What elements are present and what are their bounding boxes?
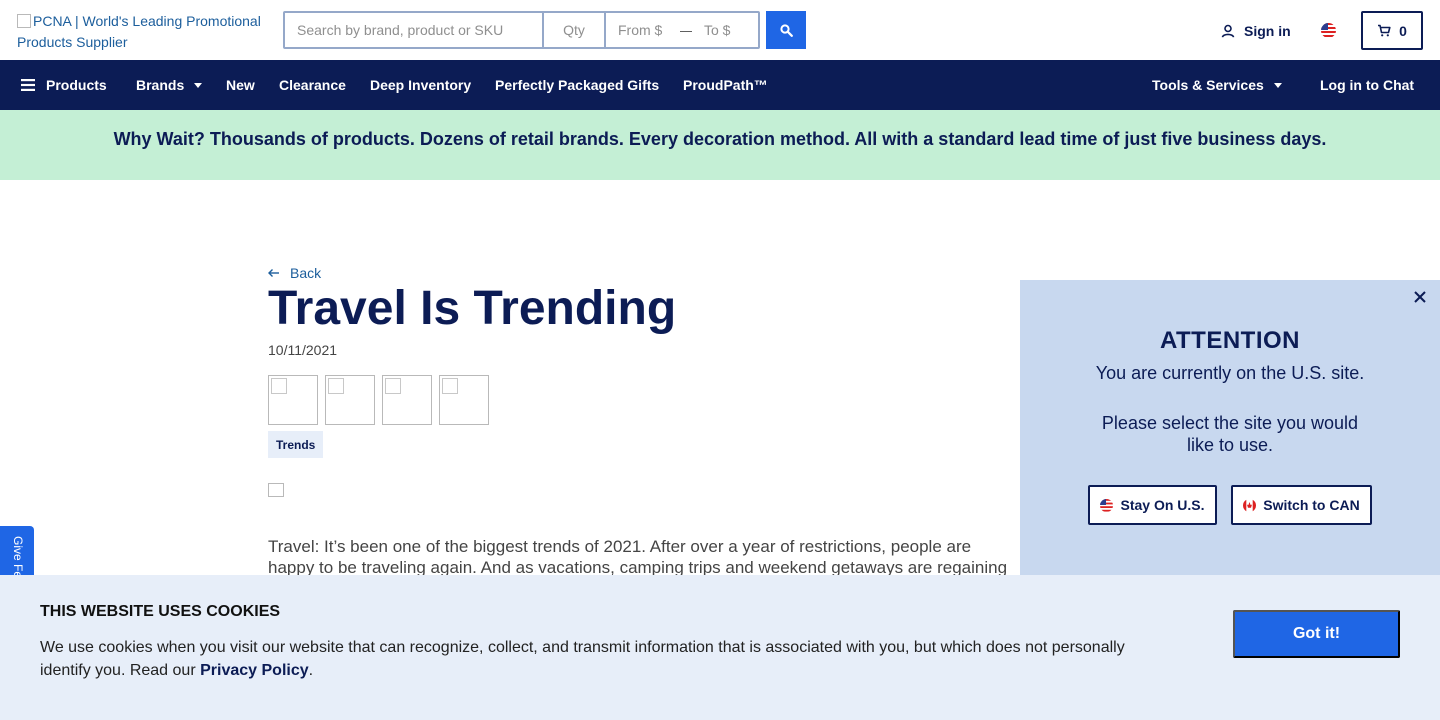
cookie-text-period: .: [308, 662, 314, 679]
cookie-accept-button[interactable]: Got it!: [1233, 610, 1400, 658]
modal-heading: ATTENTION: [1159, 327, 1301, 354]
us-flag-icon: [1100, 498, 1114, 512]
nav-proudpath[interactable]: ProudPath™: [683, 76, 768, 94]
share-buttons: [268, 375, 489, 425]
cart-icon: [1378, 24, 1391, 37]
modal-current-site: You are currently on the U.S. site.: [1095, 363, 1365, 383]
search-group: —: [283, 11, 760, 49]
nav-deep-inventory[interactable]: Deep Inventory: [370, 76, 471, 94]
share-button-4[interactable]: [439, 375, 489, 425]
close-icon[interactable]: [1412, 289, 1428, 305]
site-header: PCNA | World's Leading Promotional Produ…: [0, 0, 1440, 60]
user-icon: [1221, 24, 1235, 38]
share-button-2[interactable]: [325, 375, 375, 425]
search-button[interactable]: [766, 11, 806, 49]
canada-flag-icon: [1243, 498, 1257, 512]
promo-banner-text: Why Wait? Thousands of products. Dozens …: [113, 129, 1327, 149]
share-button-3[interactable]: [382, 375, 432, 425]
article-date: 10/11/2021: [268, 342, 338, 358]
arrow-left-icon: [268, 269, 279, 277]
nav-products-label: Products: [46, 77, 107, 93]
nav-new[interactable]: New: [226, 76, 255, 94]
sign-in-link[interactable]: Sign in: [1221, 21, 1291, 41]
site-selector-modal: ATTENTION You are currently on the U.S. …: [1020, 280, 1440, 580]
nav-chat-login[interactable]: Log in to Chat: [1320, 76, 1414, 94]
article-hero-image: [268, 483, 284, 497]
article-body: Travel: It’s been one of the biggest tre…: [268, 537, 1008, 576]
promo-banner: Why Wait? Thousands of products. Dozens …: [0, 110, 1440, 180]
cookie-banner: THIS WEBSITE USES COOKIES We use cookies…: [0, 575, 1440, 720]
stay-us-label: Stay On U.S.: [1120, 497, 1205, 513]
search-icon: [779, 23, 793, 37]
cart-button[interactable]: 0: [1361, 11, 1423, 50]
caret-down-icon: [1273, 82, 1282, 88]
stay-us-button[interactable]: Stay On U.S.: [1088, 485, 1217, 525]
article-tag[interactable]: Trends: [268, 431, 324, 458]
caret-down-icon: [194, 82, 203, 88]
share-button-1[interactable]: [268, 375, 318, 425]
price-from-input[interactable]: [604, 13, 682, 47]
nav-packaged-gifts[interactable]: Perfectly Packaged Gifts: [495, 76, 659, 94]
modal-instruction: Please select the site you would like to…: [1101, 413, 1359, 455]
nav-clearance[interactable]: Clearance: [279, 76, 346, 94]
price-to-input[interactable]: [692, 13, 758, 47]
nav-tools-services[interactable]: Tools & Services: [1152, 76, 1282, 94]
quantity-input[interactable]: [542, 13, 604, 47]
cart-count: 0: [1399, 22, 1407, 39]
nav-brands-label: Brands: [136, 77, 185, 93]
page-title: Travel Is Trending: [268, 282, 677, 335]
site-logo[interactable]: PCNA | World's Leading Promotional Produ…: [17, 11, 277, 53]
nav-brands[interactable]: Brands: [136, 76, 203, 94]
cookie-text: We use cookies when you visit our websit…: [40, 636, 1150, 682]
us-flag-icon[interactable]: [1321, 23, 1336, 38]
logo-alt-text: PCNA | World's Leading Promotional Produ…: [17, 13, 261, 50]
price-range-dash: —: [680, 22, 694, 38]
privacy-policy-link[interactable]: Privacy Policy: [200, 662, 309, 679]
back-link[interactable]: Back: [268, 265, 321, 281]
hamburger-icon: [21, 79, 35, 91]
switch-can-label: Switch to CAN: [1263, 497, 1360, 513]
broken-image-icon: [17, 14, 31, 28]
search-input[interactable]: [285, 13, 542, 47]
back-label: Back: [290, 265, 322, 281]
main-nav: Products Brands New Clearance Deep Inven…: [0, 60, 1440, 110]
sign-in-label: Sign in: [1244, 23, 1291, 39]
nav-tools-label: Tools & Services: [1152, 77, 1264, 93]
nav-products[interactable]: Products: [21, 76, 107, 94]
switch-can-button[interactable]: Switch to CAN: [1231, 485, 1372, 525]
cookie-title: THIS WEBSITE USES COOKIES: [40, 603, 281, 620]
